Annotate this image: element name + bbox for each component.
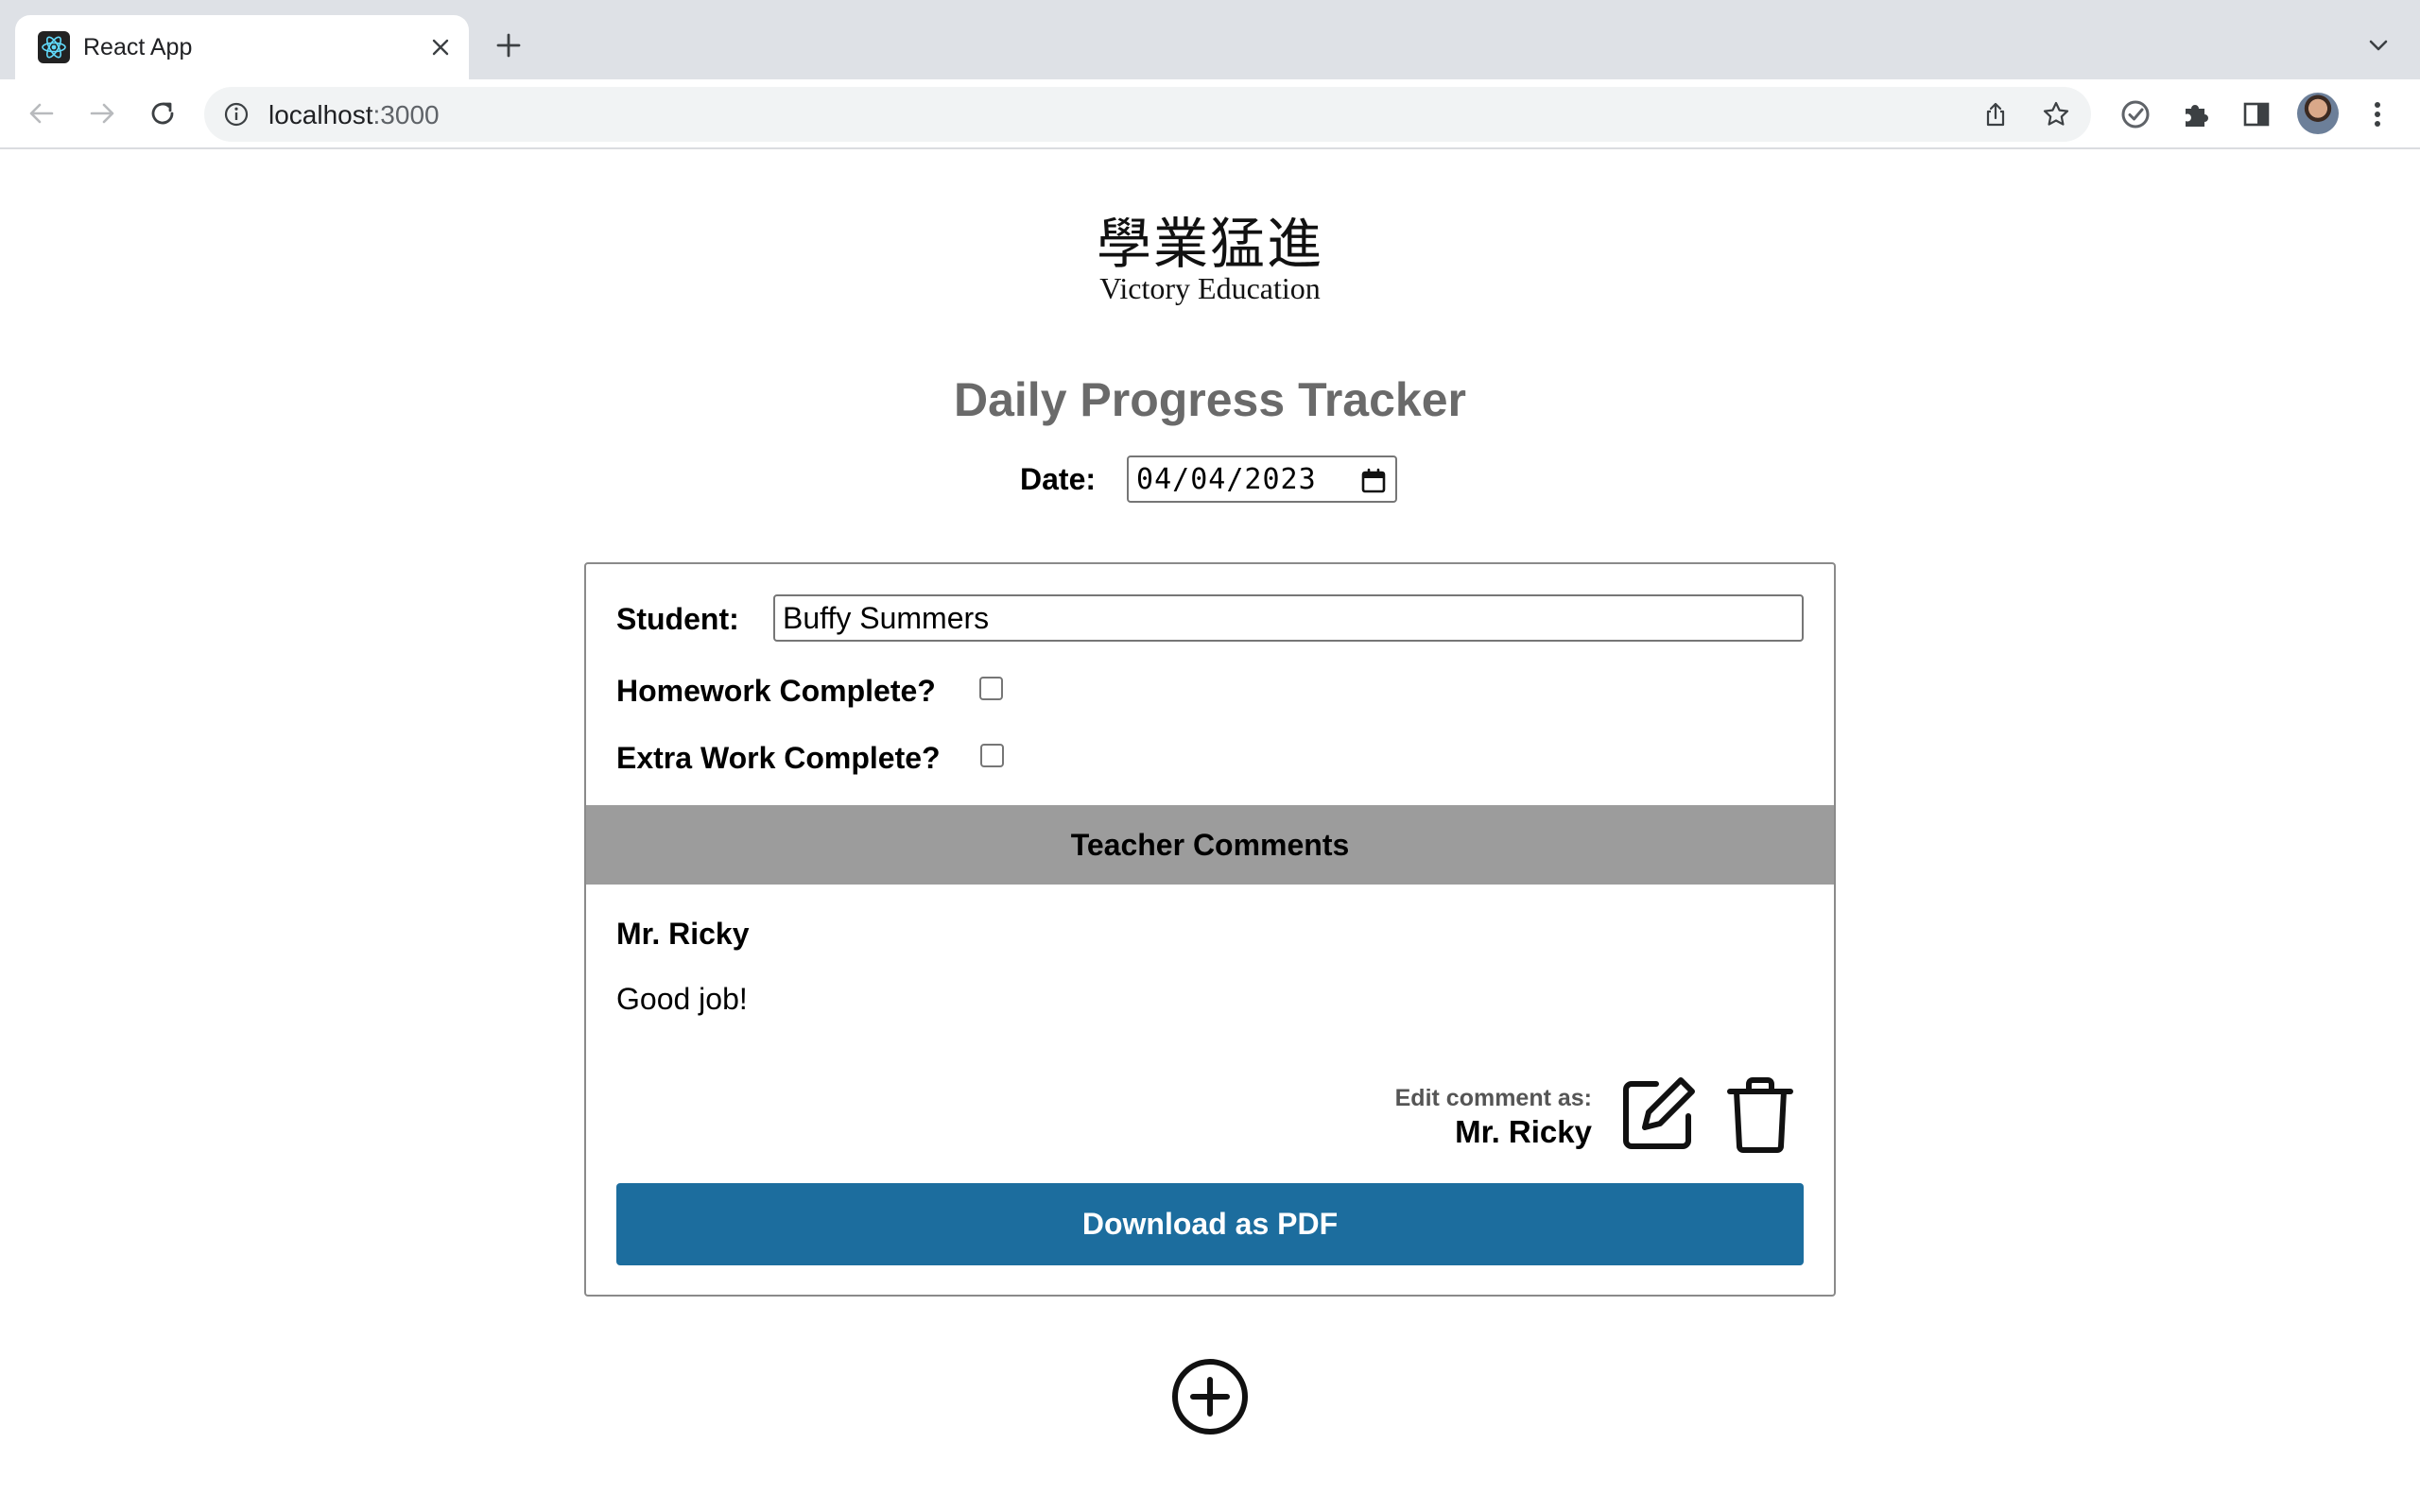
comments-header: Teacher Comments (586, 805, 1834, 885)
address-bar[interactable]: localhost:3000 (204, 87, 2091, 142)
date-label: Date: (1020, 461, 1097, 496)
student-progress-card: Student: Buffy Summers Homework Complete… (584, 562, 1836, 1297)
student-name-value: Buffy Summers (783, 600, 990, 635)
homework-checkbox[interactable] (979, 677, 1003, 700)
edit-comment-as: Edit comment as: Mr. Ricky (1395, 1085, 1592, 1150)
comment-text: Good job! (616, 982, 748, 1016)
edit-as-name: Mr. Ricky (1455, 1114, 1592, 1149)
browser-tab[interactable]: React App (15, 15, 469, 79)
homework-label: Homework Complete? (616, 674, 936, 708)
tab-search-chevron-down-icon[interactable] (2363, 30, 2394, 60)
tab-title: React App (83, 34, 193, 60)
trash-icon (1720, 1074, 1800, 1159)
url-text: localhost:3000 (268, 100, 440, 129)
site-info-icon[interactable] (223, 101, 250, 128)
date-value: 04/04/2023 (1136, 462, 1317, 496)
share-icon[interactable] (1981, 100, 2010, 129)
edit-comment-button[interactable] (1618, 1076, 1698, 1156)
tab-close-icon[interactable] (427, 34, 454, 60)
forward-arrow-icon[interactable] (83, 94, 121, 132)
reload-icon[interactable] (144, 94, 182, 132)
edit-as-label: Edit comment as: (1394, 1085, 1592, 1111)
more-menu-icon[interactable] (2360, 96, 2395, 132)
logo-english-text: Victory Education (1099, 271, 1321, 305)
comments-header-label: Teacher Comments (1070, 827, 1350, 862)
page-title: Daily Progress Tracker (954, 373, 1466, 426)
download-pdf-button[interactable]: Download as PDF (616, 1183, 1804, 1265)
date-input[interactable]: 04/04/2023 (1127, 455, 1398, 503)
profile-avatar[interactable] (2297, 93, 2339, 134)
browser-tabstrip: React App (0, 0, 2420, 79)
student-name-input[interactable]: Buffy Summers (773, 594, 1804, 642)
check-extension-icon[interactable] (2118, 96, 2153, 132)
calendar-icon[interactable] (1359, 467, 1388, 495)
new-tab-plus-icon[interactable] (492, 28, 526, 62)
logo-chinese-text: 學業猛進 (1096, 212, 1323, 276)
react-favicon-icon (38, 31, 70, 63)
extensions-puzzle-icon[interactable] (2178, 96, 2214, 132)
extra-work-label: Extra Work Complete? (616, 741, 941, 775)
edit-icon (1618, 1074, 1698, 1159)
plus-circle-icon (1170, 1357, 1250, 1441)
comment-author: Mr. Ricky (616, 917, 750, 951)
extra-work-checkbox[interactable] (980, 744, 1004, 767)
student-label: Student: (616, 602, 739, 636)
date-row: Date: 04/04/2023 (1020, 455, 1398, 503)
browser-toolbar: localhost:3000 (0, 79, 2420, 149)
back-arrow-icon[interactable] (23, 94, 60, 132)
brand-logo: 學業猛進 Victory Education (1068, 214, 1352, 304)
add-student-button[interactable] (1170, 1357, 1250, 1441)
download-pdf-label: Download as PDF (1081, 1207, 1339, 1241)
bookmark-star-icon[interactable] (2042, 100, 2070, 129)
side-panel-icon[interactable] (2238, 96, 2274, 132)
delete-comment-button[interactable] (1720, 1076, 1800, 1156)
